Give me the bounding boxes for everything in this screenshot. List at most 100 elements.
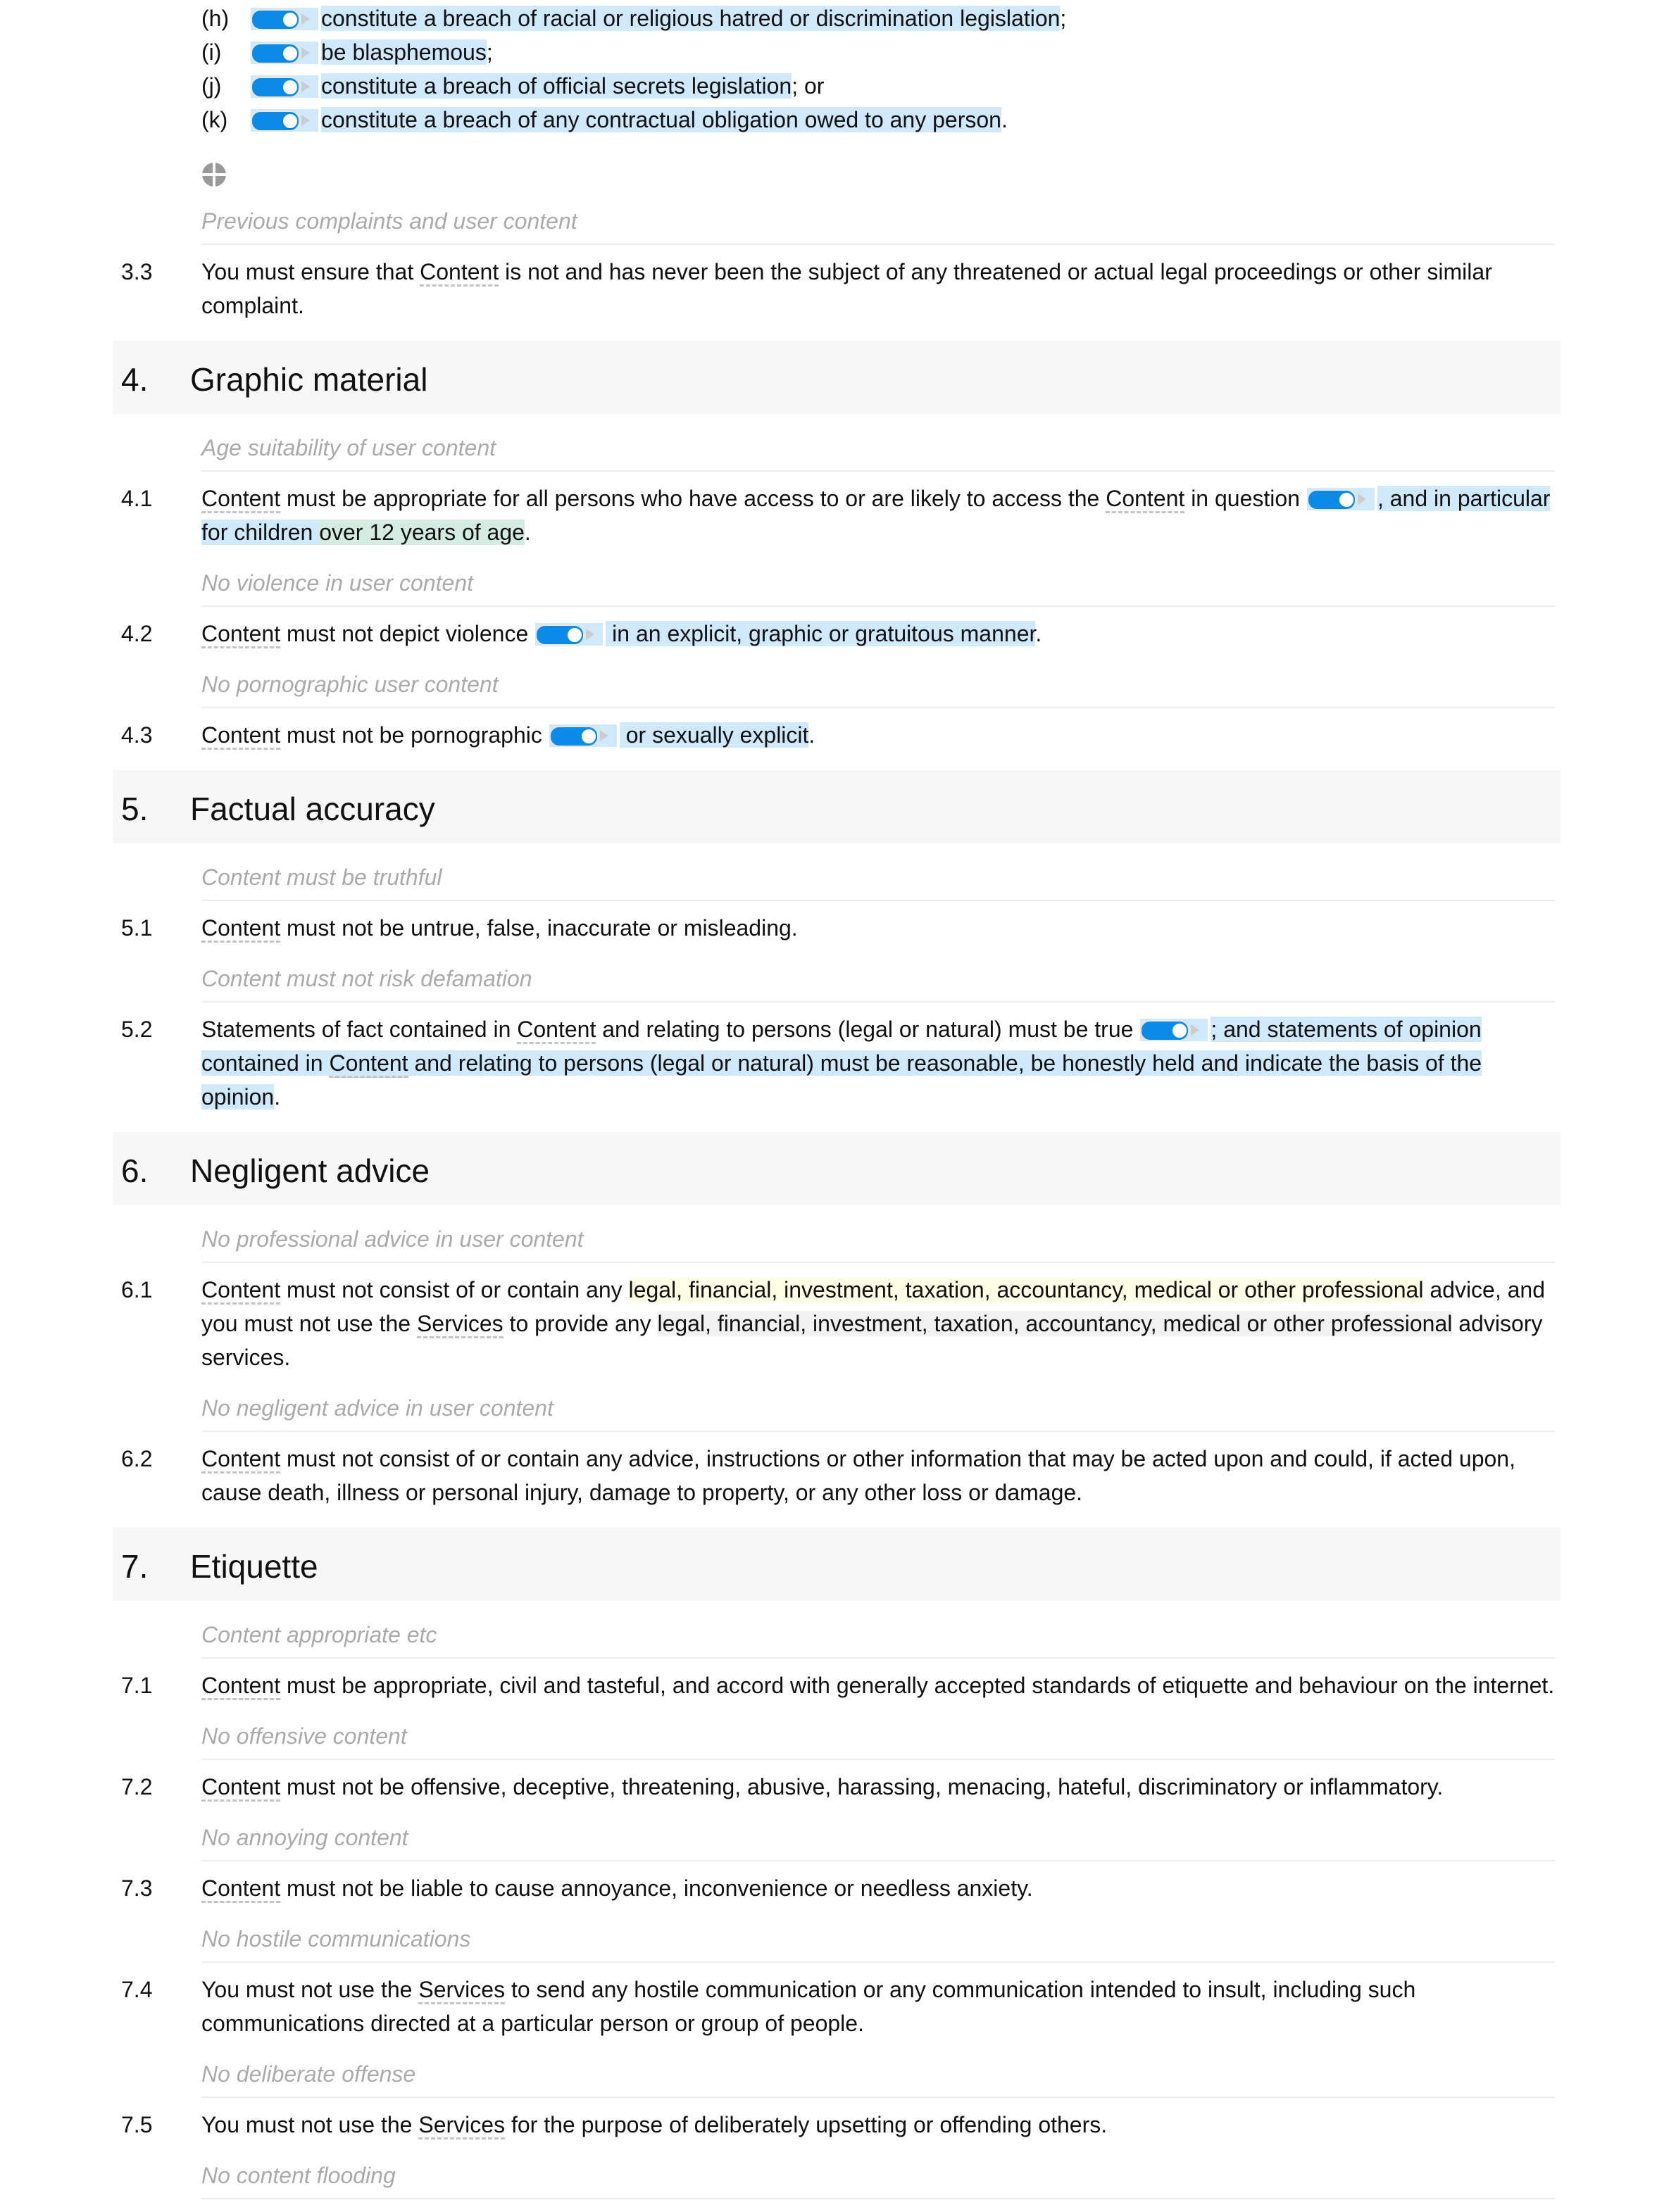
text: must not consist of or contain any	[280, 1277, 629, 1302]
clause-subheading: Content appropriate etc	[201, 1618, 1555, 1659]
section-number: 7.	[121, 1548, 149, 1585]
highlighted-text: in an explicit, graphic or gratuitous ma…	[606, 621, 1036, 646]
clause: 7.4 You must not use the Services to send…	[0, 1973, 1555, 2040]
section-title: Factual accuracy	[190, 791, 435, 827]
toggle-knob	[1337, 491, 1355, 508]
list-label: (j)	[201, 73, 222, 99]
clause-subheading: Content must be truthful	[201, 860, 1555, 901]
text: must not depict violence	[280, 621, 529, 646]
expand-arrow-icon	[599, 729, 608, 741]
clause-number: 7.4	[121, 1977, 153, 2002]
defined-term-link[interactable]: Services	[418, 1977, 506, 2004]
section-number: 6.	[121, 1152, 149, 1189]
section-title: Graphic material	[190, 361, 428, 398]
defined-term-link[interactable]: Content	[201, 1875, 281, 1903]
text: You must not use the	[201, 1977, 419, 2002]
highlighted-text: or sexually explicit	[619, 722, 809, 748]
list-label: (i)	[201, 39, 222, 65]
clause: 4.2 Content must not depict violence in a…	[0, 617, 1555, 651]
text: .	[808, 722, 815, 748]
clause: 5.2 Statements of fact contained in Conte…	[0, 1012, 1555, 1114]
clause-subheading: No violence in user content	[201, 566, 1555, 607]
toggle-knob	[1171, 1022, 1189, 1039]
text: .	[274, 1084, 281, 1110]
list-item: (i) be blasphemous;	[0, 35, 1676, 69]
list-item: (j) constitute a breach of official secre…	[0, 69, 1676, 103]
text: in question	[1184, 486, 1300, 511]
defined-term-link[interactable]: Content	[201, 486, 281, 513]
text: .	[524, 520, 531, 545]
text: must be appropriate, civil and tasteful,…	[280, 1673, 1555, 1698]
option-toggle[interactable]	[251, 7, 318, 30]
clause-number: 6.2	[121, 1446, 153, 1471]
text: ;	[1060, 6, 1067, 31]
list-item: (k) constitute a breach of any contractua…	[0, 103, 1676, 137]
clause: 3.3 You must ensure that Content is not a…	[0, 255, 1555, 322]
clause-number: 7.1	[121, 1673, 153, 1698]
clause-number: 4.3	[121, 722, 153, 748]
clause: 7.1 Content must be appropriate, civil an…	[0, 1669, 1555, 1702]
section-heading: 6. Negligent advice	[113, 1132, 1561, 1205]
list-item: (h) constitute a breach of racial or reli…	[0, 1, 1676, 35]
clause: 6.1 Content must not consist of or contai…	[0, 1273, 1555, 1374]
clause-number: 6.1	[121, 1277, 153, 1302]
expand-arrow-icon	[1191, 1024, 1200, 1036]
clause: 7.2 Content must not be offensive, decept…	[0, 1770, 1555, 1804]
highlighted-text: over 12 years of age	[319, 520, 525, 545]
option-toggle[interactable]	[1306, 487, 1375, 510]
text: for the purpose of deliberately upsettin…	[505, 2112, 1108, 2137]
defined-term-link[interactable]: Content	[201, 1277, 281, 1305]
clause-subheading: No annoying content	[201, 1821, 1555, 1861]
expand-arrow-icon	[301, 80, 310, 92]
clause-number: 3.3	[121, 259, 153, 284]
section-heading: 5. Factual accuracy	[113, 770, 1561, 843]
text: .	[1035, 621, 1042, 646]
highlighted-text: legal, financial, investment, taxation, …	[657, 1311, 1453, 1336]
defined-term-link[interactable]: Content	[420, 259, 499, 287]
expand-arrow-icon	[1357, 493, 1366, 505]
clause-subheading: No deliberate offense	[201, 2057, 1555, 2098]
option-toggle[interactable]	[251, 41, 318, 64]
text: must not be liable to cause annoyance, i…	[280, 1875, 1033, 1901]
toggle-knob	[580, 727, 597, 745]
text: must not be pornographic	[280, 722, 542, 748]
clause-subheading: No hostile communications	[201, 1922, 1555, 1963]
clause-number: 7.3	[121, 1875, 153, 1901]
option-toggle[interactable]	[1140, 1018, 1208, 1041]
clause: 7.5 You must not use the Services for the…	[0, 2108, 1555, 2142]
defined-term-link[interactable]: Content	[201, 1774, 281, 1802]
text: .	[1001, 107, 1008, 132]
toggle-knob	[282, 78, 299, 96]
defined-term-link[interactable]: Content	[517, 1017, 596, 1044]
defined-term-link[interactable]: Content	[201, 722, 281, 750]
highlighted-text: constitute a breach of any contractual o…	[321, 107, 1001, 132]
expand-arrow-icon	[301, 13, 310, 25]
clause-subheading: Previous complaints and user content	[201, 204, 1555, 245]
clause-subheading: No offensive content	[201, 1719, 1555, 1760]
defined-term-link[interactable]: Content	[201, 621, 281, 648]
text: ; or	[792, 73, 825, 99]
clause-subheading: No pornographic user content	[201, 667, 1555, 708]
defined-term-link[interactable]: Services	[418, 2112, 506, 2139]
option-toggle[interactable]	[549, 724, 617, 747]
option-toggle[interactable]	[535, 622, 604, 646]
defined-term-link[interactable]: Content	[201, 915, 281, 943]
toggle-knob	[282, 11, 299, 28]
clause: 4.1 Content must be appropriate for all p…	[0, 482, 1555, 549]
option-toggle[interactable]	[251, 108, 318, 132]
section-heading: 7. Etiquette	[113, 1528, 1561, 1601]
clause-subheading: Age suitability of user content	[201, 431, 1555, 472]
defined-term-link[interactable]: Content	[329, 1050, 408, 1078]
defined-term-link[interactable]: Content	[201, 1673, 281, 1700]
option-toggle[interactable]	[251, 75, 318, 98]
clause: 4.3 Content must not be pornographic or s…	[0, 718, 1555, 752]
section-heading: 4. Graphic material	[113, 341, 1561, 414]
defined-term-link[interactable]: Content	[1106, 486, 1185, 513]
defined-term-link[interactable]: Services	[416, 1311, 504, 1338]
text: to provide any	[503, 1311, 658, 1336]
text: Statements of fact contained in	[201, 1017, 518, 1042]
defined-term-link[interactable]: Content	[201, 1446, 281, 1473]
globe-icon[interactable]	[201, 162, 227, 187]
toggle-knob	[566, 626, 584, 643]
list-label: (k)	[201, 107, 228, 132]
